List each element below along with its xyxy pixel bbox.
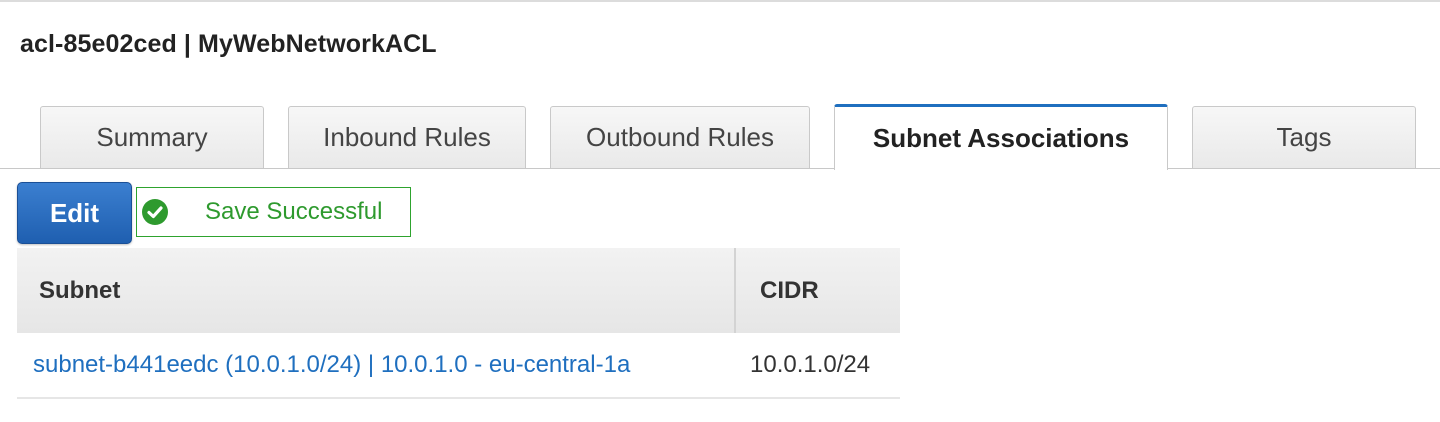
tab-label: Subnet Associations	[872, 123, 1130, 153]
tab-outbound-rules[interactable]: Outbound Rules	[550, 106, 810, 168]
tab-label: Summary	[96, 122, 208, 152]
edit-button[interactable]: Edit	[17, 182, 132, 244]
status-text: Save Successful	[205, 198, 383, 225]
tab-label: Inbound Rules	[323, 122, 491, 152]
subnet-link[interactable]: subnet-b441eedc (10.0.1.0/24) | 10.0.1.0…	[17, 333, 736, 397]
table-header: Subnet CIDR	[17, 248, 900, 333]
tab-subnet-associations[interactable]: Subnet Associations	[834, 104, 1168, 170]
check-circle-icon	[140, 197, 170, 227]
table-row: subnet-b441eedc (10.0.1.0/24) | 10.0.1.0…	[17, 333, 900, 399]
page-title: acl-85e02ced | MyWebNetworkACL	[20, 30, 437, 58]
tab-label: Outbound Rules	[586, 122, 774, 152]
subnet-associations-table: Subnet CIDR subnet-b441eedc (10.0.1.0/24…	[17, 248, 900, 399]
network-acl-details-panel: acl-85e02ced | MyWebNetworkACL Summary I…	[0, 0, 1440, 422]
tab-tags[interactable]: Tags	[1192, 106, 1416, 168]
cidr-value: 10.0.1.0/24	[750, 351, 871, 378]
tab-inbound-rules[interactable]: Inbound Rules	[288, 106, 526, 168]
tab-summary[interactable]: Summary	[40, 106, 264, 168]
save-status-message: Save Successful	[136, 187, 411, 237]
tab-bar-divider	[0, 168, 1440, 169]
column-header-subnet[interactable]: Subnet	[17, 248, 736, 333]
column-header-cidr[interactable]: CIDR	[736, 248, 900, 333]
edit-button-label: Edit	[49, 197, 100, 228]
tab-label: Tags	[1276, 122, 1332, 152]
top-divider	[0, 0, 1440, 2]
